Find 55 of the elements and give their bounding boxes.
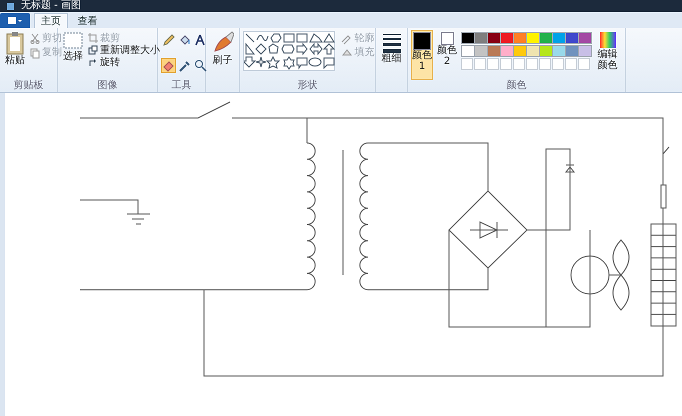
- color-spectrum-icon: [598, 31, 616, 49]
- brushes-button[interactable]: 刷子: [209, 30, 236, 67]
- window-title: 无标题 - 画图: [21, 0, 81, 12]
- crop-icon: [88, 33, 98, 44]
- file-menu-button[interactable]: [0, 13, 30, 28]
- scissors-icon: [30, 33, 40, 44]
- color-swatch[interactable]: [526, 45, 540, 57]
- color-swatch[interactable]: [461, 45, 475, 57]
- group-label: 颜色: [506, 80, 528, 92]
- magnifier-tool[interactable]: [193, 58, 208, 74]
- pencil-tool[interactable]: [161, 32, 176, 48]
- ribbon-tab[interactable]: 主页: [34, 13, 68, 28]
- group-label: 工具: [170, 80, 192, 92]
- color-swatch[interactable]: [474, 45, 488, 57]
- size-button[interactable]: 粗细: [379, 30, 404, 65]
- resize-icon: [88, 45, 98, 56]
- color-swatch[interactable]: [578, 32, 592, 44]
- group-label: 图像: [96, 80, 118, 92]
- copy-icon: [30, 48, 40, 58]
- color-swatch[interactable]: [539, 32, 553, 44]
- color-swatch[interactable]: [526, 32, 540, 44]
- color-swatch[interactable]: [487, 32, 501, 44]
- rotate-icon: [88, 57, 98, 68]
- color-swatch[interactable]: [461, 32, 475, 44]
- color-slot[interactable]: 颜色 1: [411, 30, 433, 80]
- group-label: 剪贴板: [12, 80, 44, 92]
- app-icon: [6, 2, 15, 10]
- resize-button[interactable]: 重新调整大小: [88, 44, 160, 56]
- shape-gallery[interactable]: [243, 31, 335, 71]
- color-swatch[interactable]: [552, 45, 566, 57]
- color-swatch[interactable]: [500, 45, 514, 57]
- color-swatch[interactable]: [565, 45, 579, 57]
- selection-icon: [63, 31, 83, 51]
- outline-icon: [340, 32, 352, 44]
- menu-icon: [8, 16, 22, 25]
- group-label: 形状: [296, 80, 318, 92]
- edit-colors-button[interactable]: 编辑颜色: [593, 30, 622, 80]
- line-width-icon: [382, 31, 402, 53]
- eraser-tool[interactable]: [161, 58, 176, 74]
- color-swatch[interactable]: [539, 45, 553, 57]
- drawing-canvas[interactable]: [5, 93, 682, 416]
- color-swatch[interactable]: [487, 45, 501, 57]
- rotate-button[interactable]: 旋转: [88, 56, 160, 68]
- color-slot[interactable]: 颜色 2: [436, 30, 458, 80]
- clipboard-icon: [5, 31, 25, 55]
- select-button[interactable]: 选择: [61, 30, 85, 80]
- color-swatch[interactable]: [474, 32, 488, 44]
- color-swatch[interactable]: [552, 32, 566, 44]
- color-swatch[interactable]: [513, 45, 527, 57]
- color-swatch[interactable]: [500, 32, 514, 44]
- ribbon-tab[interactable]: 查看: [70, 13, 104, 28]
- color-swatch[interactable]: [565, 32, 579, 44]
- color-swatch[interactable]: [578, 45, 592, 57]
- paste-button[interactable]: 粘贴: [3, 30, 27, 80]
- color-swatch[interactable]: [513, 32, 527, 44]
